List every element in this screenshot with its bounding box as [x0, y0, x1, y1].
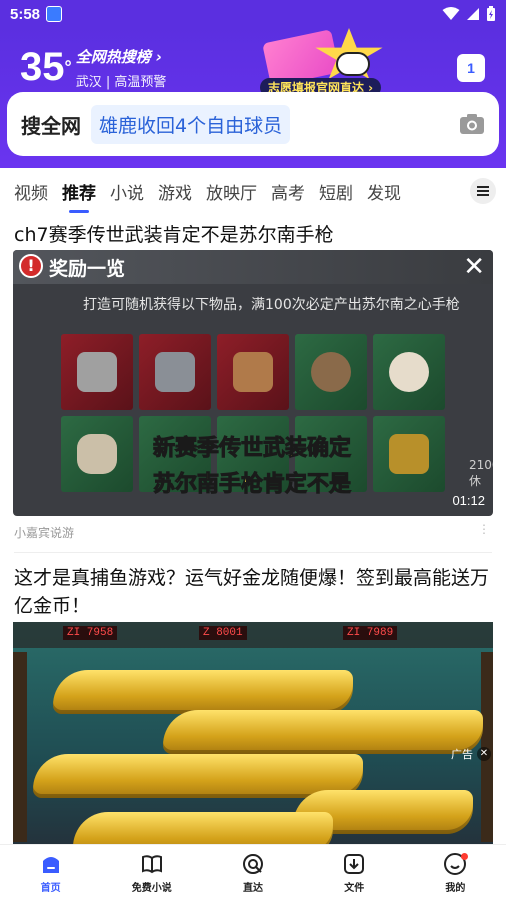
app-screen: 5:58 35° 全网热搜榜 › 武汉 | 高温预警 志愿填报官网直达 › 1 [0, 0, 506, 900]
card2-ad-video[interactable]: ZI 7958 Z 8001 ZI 7989 广告 ✕ [13, 622, 493, 844]
crate-icon [155, 352, 195, 392]
card1-title[interactable]: ch7赛季传世武装肯定不是苏尔南手枪 [14, 220, 494, 247]
weather-subline: 武汉 | 高温预警 [75, 75, 167, 90]
bottom-nav: 首页 免费小说 直达 文件 我的 [0, 844, 506, 900]
side-text: 2100 休 [469, 458, 493, 488]
category-tabs: 视频 推荐 小说 游戏 放映厅 高考 短剧 发现 [0, 170, 506, 212]
home-icon [42, 856, 59, 873]
nav-home[interactable]: 首页 [0, 845, 101, 900]
search-bar[interactable]: 搜全网 雄鹿收回4个自由球员 [7, 92, 499, 156]
search-direct-icon [243, 853, 263, 874]
tab-short-drama[interactable]: 短剧 [319, 179, 353, 204]
reward-slot-plate [373, 334, 445, 410]
tabs-fade [426, 170, 466, 212]
nav-profile-label: 我的 [445, 882, 466, 894]
pistol-icon [77, 352, 117, 392]
reward-heading: 奖励一览 [49, 258, 126, 280]
temperature: 35° [20, 46, 72, 90]
helmet-icon [389, 434, 429, 474]
tab-discover[interactable]: 发现 [367, 179, 401, 204]
card1-author[interactable]: 小嘉宾说游 [14, 524, 74, 541]
battery-icon [487, 6, 495, 21]
tab-novel[interactable]: 小说 [110, 179, 144, 204]
card1-video[interactable]: ! 奖励一览 ✕ 打造可随机获得以下物品，满100次必定产出苏尔南之心手枪 新赛… [13, 250, 493, 516]
wifi-icon [442, 7, 460, 20]
card2-title[interactable]: 这才是真捕鱼游戏？运气好金龙随便爆！签到最高能送万亿金币！ [14, 564, 494, 620]
caption-line2: 苏尔南手枪肯定不是 [152, 472, 351, 498]
weather-alert: 高温预警 [114, 75, 167, 90]
tab-video[interactable]: 视频 [14, 179, 48, 204]
tab-games[interactable]: 游戏 [158, 179, 192, 204]
nav-files-label: 文件 [344, 882, 365, 894]
weather-widget[interactable]: 35° 全网热搜榜 › 武汉 | 高温预警 [20, 46, 166, 90]
golden-crocodile-3 [33, 754, 363, 798]
status-icons [442, 6, 496, 22]
temperature-value: 35 [20, 45, 65, 89]
nav-home-label: 首页 [40, 882, 61, 894]
reward-slot-pot [295, 334, 367, 410]
nav-direct[interactable]: 直达 [202, 845, 303, 900]
score-readout-1: ZI 7958 [63, 626, 118, 640]
app-notification-icon [46, 6, 63, 22]
ad-label: 广告 [451, 748, 473, 761]
nav-direct-label: 直达 [243, 882, 263, 894]
search-label: 搜全网 [21, 113, 81, 138]
hot-list-link[interactable]: 全网热搜榜 › [76, 46, 167, 67]
reward-subtitle: 打造可随机获得以下物品，满100次必定产出苏尔南之心手枪 [83, 297, 460, 313]
feed: ch7赛季传世武装肯定不是苏尔南手枪 ! 奖励一览 ✕ 打造可随机获得以下物品，… [0, 212, 506, 844]
golden-crocodile-5 [73, 812, 333, 844]
golden-crocodile-2 [163, 710, 483, 754]
menu-icon [477, 186, 489, 196]
more-options-icon[interactable]: ⋮ [478, 522, 490, 536]
nav-profile[interactable]: 我的 [405, 845, 506, 900]
tab-count-button[interactable]: 1 [457, 54, 485, 82]
reward-slot-box [217, 334, 289, 410]
vase-icon [77, 434, 117, 474]
feed-divider [14, 552, 492, 553]
degree-symbol: ° [64, 57, 72, 77]
pot-icon [311, 352, 351, 392]
camera-icon[interactable] [459, 113, 485, 135]
score-readout-3: ZI 7989 [343, 626, 398, 640]
video-duration: 01:12 [452, 493, 485, 508]
file-download-icon [344, 853, 365, 874]
header: 35° 全网热搜榜 › 武汉 | 高温预警 志愿填报官网直达 › 1 搜全网 雄… [0, 28, 506, 168]
nav-free-novel[interactable]: 免费小说 [101, 845, 202, 900]
tab-menu-button[interactable] [470, 178, 496, 204]
nav-free-novel-label: 免费小说 [131, 882, 172, 894]
status-bar: 5:58 [0, 0, 506, 28]
tab-gaokao[interactable]: 高考 [271, 179, 305, 204]
plate-icon [389, 352, 429, 392]
close-icon: ✕ [463, 252, 485, 282]
exclamation-icon: ! [19, 254, 43, 278]
left-rail [13, 652, 27, 842]
banner-mascot-graphic [336, 52, 370, 76]
golden-crocodile-1 [53, 670, 353, 714]
location: 武汉 [75, 75, 102, 90]
signal-icon [467, 8, 479, 20]
weather-info: 全网热搜榜 › 武汉 | 高温预警 [76, 46, 167, 90]
promo-banner[interactable]: 志愿填报官网直达 › [258, 28, 398, 97]
reward-slot-crate [139, 334, 211, 410]
box-icon [233, 352, 273, 392]
ad-close-icon[interactable]: ✕ [477, 747, 491, 761]
reward-slot-pistol [61, 334, 133, 410]
score-readout-2: Z 8001 [199, 626, 247, 640]
notification-dot [461, 853, 469, 860]
tab-recommend[interactable]: 推荐 [62, 179, 96, 204]
nav-files[interactable]: 文件 [304, 845, 405, 900]
caption-line1: 新赛季传世武装确定 [152, 436, 351, 462]
ad-badge: 广告 ✕ [451, 746, 491, 762]
status-time: 5:58 [10, 5, 41, 23]
tab-cinema[interactable]: 放映厅 [206, 179, 257, 204]
search-query-chip[interactable]: 雄鹿收回4个自由球员 [91, 104, 291, 144]
book-icon [141, 854, 162, 873]
video-caption-overlay: 新赛季传世武装确定 苏尔南手枪肯定不是 [117, 430, 387, 498]
